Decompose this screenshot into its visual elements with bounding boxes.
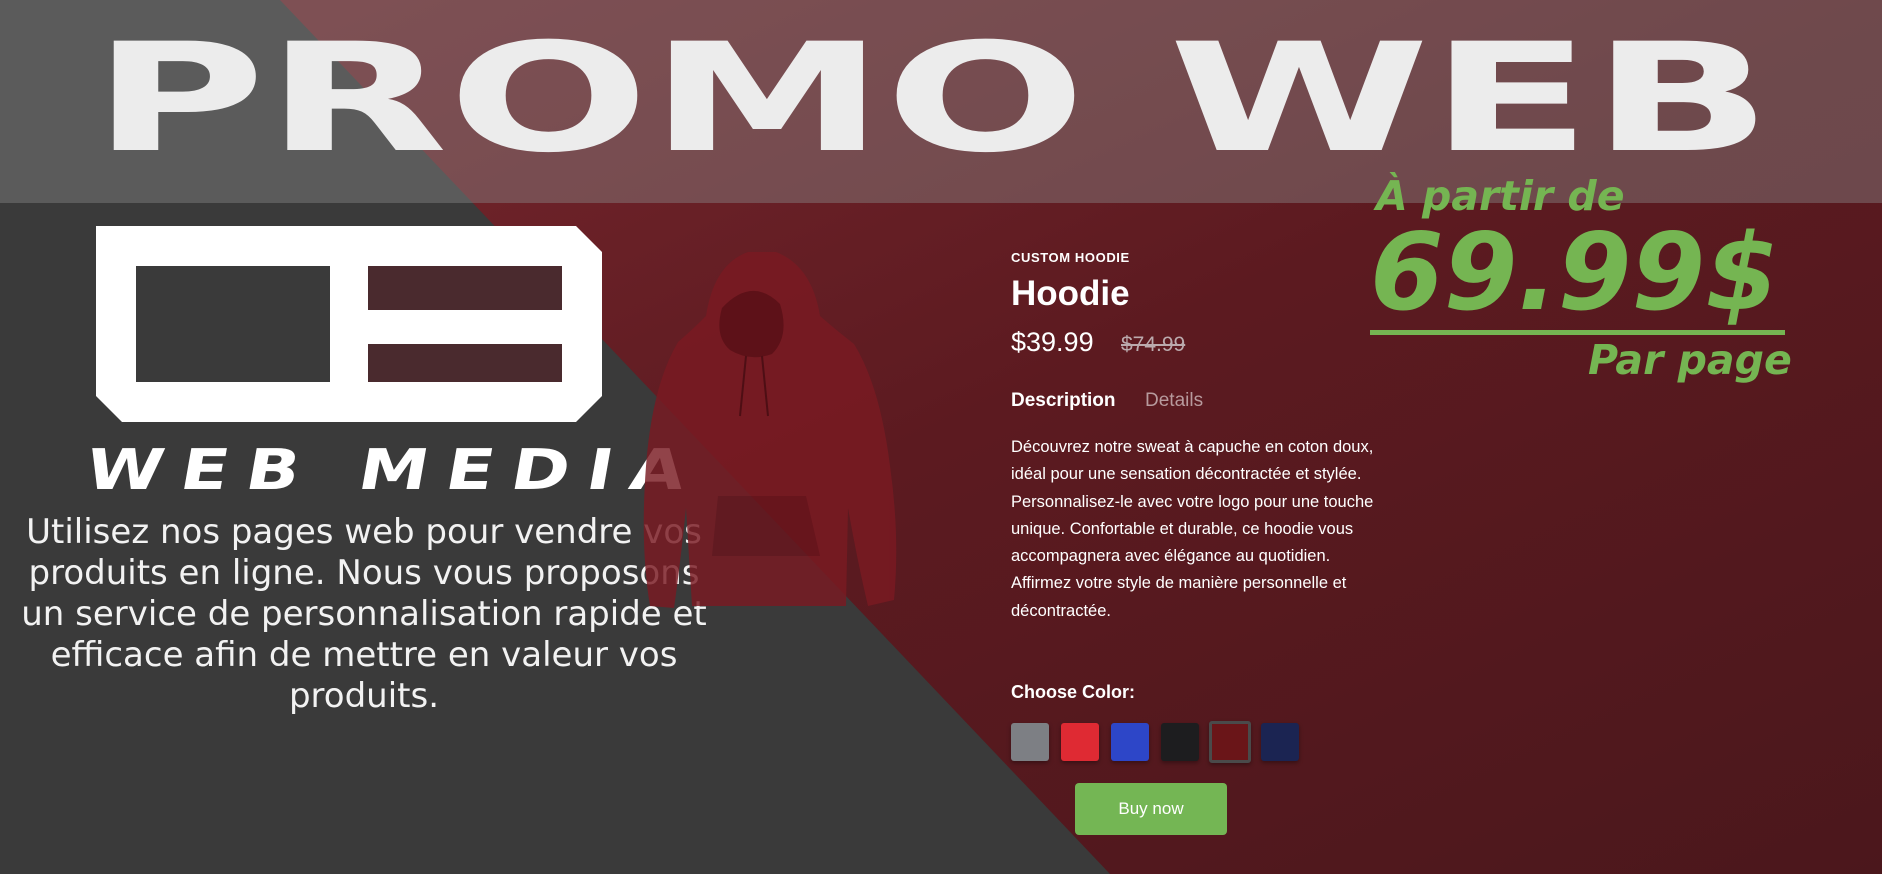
promo-per-page: Par page bbox=[1588, 336, 1792, 384]
color-swatch-red[interactable] bbox=[1061, 723, 1099, 761]
color-swatch-black[interactable] bbox=[1161, 723, 1199, 761]
color-label: Choose Color: bbox=[1011, 682, 1135, 702]
color-swatch-maroon[interactable] bbox=[1209, 721, 1251, 763]
color-swatch-gray[interactable] bbox=[1011, 723, 1049, 761]
buy-now-button[interactable]: Buy now bbox=[1075, 783, 1227, 835]
hoodie-image bbox=[643, 252, 897, 608]
product-old-price: $74.99 bbox=[1121, 333, 1186, 356]
product-price: $39.99 bbox=[1011, 327, 1094, 357]
tab-details[interactable]: Details bbox=[1145, 390, 1203, 412]
promo-canvas: PROMO WEB WEB MEDIA Utilisez nos pages w… bbox=[0, 0, 1882, 874]
product-title: Hoodie bbox=[1011, 274, 1130, 313]
pitch-text: Utilisez nos pages web pour vendre vos p… bbox=[21, 512, 707, 716]
tab-description[interactable]: Description bbox=[1011, 390, 1116, 412]
promo-price: 69.99$ bbox=[1370, 218, 1786, 335]
logo-mark bbox=[96, 226, 602, 422]
color-swatch-navy[interactable] bbox=[1261, 723, 1299, 761]
color-swatch-blue[interactable] bbox=[1111, 723, 1149, 761]
product-eyebrow: CUSTOM HOODIE bbox=[1011, 250, 1130, 265]
product-description: Découvrez notre sweat à capuche en coton… bbox=[1011, 438, 1374, 620]
banner-title-text: PROMO WEB bbox=[92, 12, 1772, 186]
